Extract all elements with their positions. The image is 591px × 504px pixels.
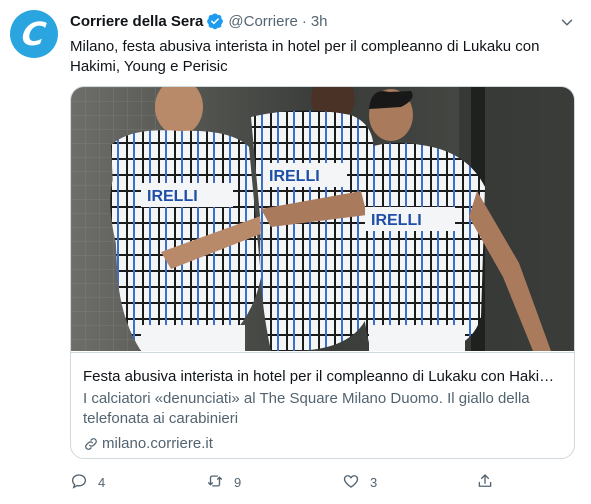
like-icon xyxy=(342,472,360,493)
tweet-header: Corriere della Sera @Corriere · 3h xyxy=(70,11,555,31)
reply-icon xyxy=(70,472,88,493)
verified-badge-icon xyxy=(206,12,224,30)
author-handle[interactable]: @Corriere xyxy=(228,13,297,30)
card-image: IRELLI IRELLI IRELLI xyxy=(71,87,574,351)
reply-button[interactable]: 4 xyxy=(70,472,105,492)
retweet-count: 9 xyxy=(234,474,242,490)
tweet-timestamp[interactable]: 3h xyxy=(311,13,328,30)
jersey-sponsor-text: IRELLI xyxy=(371,212,422,229)
share-button[interactable] xyxy=(476,472,494,492)
more-icon[interactable] xyxy=(557,12,577,32)
like-button[interactable]: 3 xyxy=(342,472,377,492)
retweet-button[interactable]: 9 xyxy=(206,472,241,492)
jersey-sponsor-text: IRELLI xyxy=(147,188,198,205)
card-text-area[interactable]: Festa abusiva interista in hotel per il … xyxy=(71,352,574,458)
tweet-text: Milano, festa abusiva interista in hotel… xyxy=(70,38,540,75)
author-avatar[interactable]: C xyxy=(10,10,58,58)
avatar-logo-letter: C xyxy=(19,15,49,53)
author-name[interactable]: Corriere della Sera xyxy=(70,13,203,30)
card-description: I calciatori «denunciati» al The Square … xyxy=(83,390,530,427)
share-icon xyxy=(476,472,494,493)
like-count: 3 xyxy=(370,474,378,490)
retweet-icon xyxy=(206,472,224,493)
card-domain: milano.corriere.it xyxy=(83,434,213,454)
tweet-actions: 4 9 3 xyxy=(70,472,500,492)
reply-count: 4 xyxy=(98,474,106,490)
separator-dot: · xyxy=(301,12,307,30)
card-title: Festa abusiva interista in hotel per il … xyxy=(83,368,563,385)
link-icon xyxy=(83,436,99,452)
jersey-sponsor-text: IRELLI xyxy=(269,168,320,185)
link-preview-card[interactable]: IRELLI IRELLI IRELLI Festa abusiva inter… xyxy=(70,86,575,459)
card-domain-text: milano.corriere.it xyxy=(102,435,213,452)
